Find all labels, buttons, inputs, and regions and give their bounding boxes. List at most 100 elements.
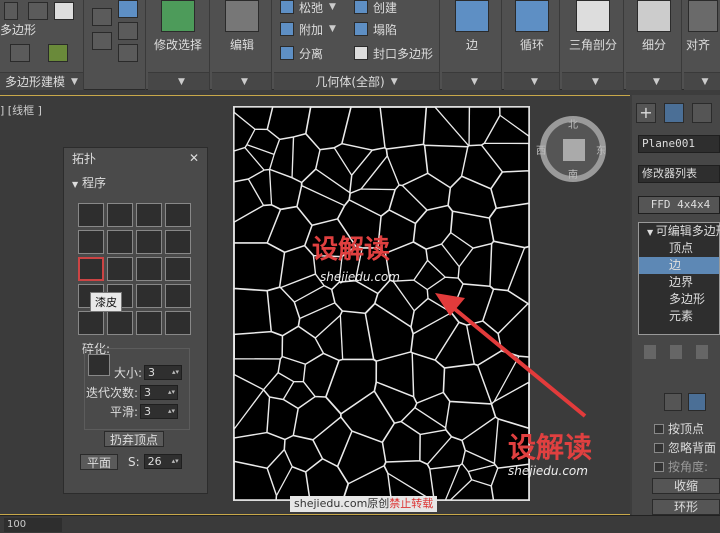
pattern-tile[interactable]: [136, 230, 162, 254]
pattern-tile[interactable]: [165, 203, 191, 227]
ribbon-footer-edit[interactable]: ▼: [212, 72, 271, 90]
edit-button[interactable]: 编辑: [214, 0, 270, 53]
modifier-list-dropdown[interactable]: 修改器列表: [638, 165, 720, 183]
viewcube[interactable]: 北 南 西 东: [536, 116, 606, 182]
ring-icon[interactable]: [92, 32, 112, 50]
cap-poly-button[interactable]: 封口多边形: [354, 44, 433, 62]
poly-label: 多边形: [0, 22, 37, 37]
viewcube-east[interactable]: 东: [596, 142, 606, 157]
s-spinner[interactable]: 26: [143, 454, 182, 469]
pattern-tile[interactable]: [78, 311, 104, 335]
pattern-tile[interactable]: [107, 203, 133, 227]
modify-select-button[interactable]: 修改选择: [150, 0, 206, 53]
subdiv-button[interactable]: 细分: [626, 0, 682, 53]
element-mode-icon[interactable]: [48, 44, 68, 62]
pattern-tile-selected[interactable]: [78, 257, 104, 281]
collapse-button[interactable]: 塌陷: [354, 20, 397, 38]
size-spinner[interactable]: 3: [144, 365, 183, 380]
modify-tab-icon[interactable]: [664, 103, 684, 123]
smooth-row: 平滑: 3: [110, 403, 179, 420]
frame-value-field[interactable]: 100: [4, 518, 62, 532]
pattern-tile[interactable]: [136, 257, 162, 281]
command-panel: + Plane001 修改器列表 FFD 4x4x4 ▼ 可编辑多边形 顶点 边…: [632, 95, 720, 515]
tri-subdiv-button[interactable]: 三角剖分: [565, 0, 621, 53]
procedure-section-header[interactable]: ▼ 程序: [72, 174, 207, 191]
border-mode-icon[interactable]: [54, 2, 74, 20]
viewcube-west[interactable]: 西: [536, 142, 546, 157]
plane-button[interactable]: 平面: [80, 454, 118, 470]
stack-item-element[interactable]: 元素: [639, 308, 719, 325]
stack-item-vertex[interactable]: 顶点: [639, 240, 719, 257]
pattern-tile[interactable]: [136, 284, 162, 308]
mesh-cell: [291, 133, 321, 183]
pin-stack-icon[interactable]: [644, 345, 656, 359]
pin-icon[interactable]: [118, 44, 138, 62]
viewcube-north[interactable]: 北: [568, 116, 578, 131]
shrink-icon[interactable]: [92, 8, 112, 26]
relax-button[interactable]: 松弛 ▼: [280, 0, 336, 16]
stack-item-polygon[interactable]: 多边形: [639, 291, 719, 308]
topology-title-bar[interactable]: 拓扑 ✕: [64, 148, 207, 168]
viewcube-south[interactable]: 南: [568, 166, 578, 181]
mesh-cell: [266, 396, 299, 440]
ribbon-footer-modify-select[interactable]: ▼: [148, 72, 209, 90]
viewcube-box[interactable]: [563, 139, 585, 161]
watermark-url-2: shejiedu.com: [508, 464, 588, 478]
edge-button[interactable]: 边: [444, 0, 500, 53]
stack-item-edge[interactable]: 边: [639, 257, 719, 274]
viewport-label[interactable]: ] [线框 ]: [0, 102, 42, 118]
pattern-tile[interactable]: [107, 230, 133, 254]
pattern-tile[interactable]: [136, 203, 162, 227]
ribbon-footer-edge[interactable]: ▼: [442, 72, 501, 90]
pattern-tile[interactable]: [136, 311, 162, 335]
ffd-modifier-button[interactable]: FFD 4x4x4: [638, 196, 720, 214]
shrink-button[interactable]: 收缩: [652, 478, 720, 494]
create-tab-icon[interactable]: +: [636, 103, 656, 123]
ribbon-footer-subdiv[interactable]: ▼: [626, 72, 681, 90]
topology-panel[interactable]: 拓扑 ✕ ▼ 程序 漆皮 碎化: 大小: 3 ▴▾ 迭代次数: 3 ▴▾ 平滑:…: [63, 147, 208, 494]
ribbon-footer-loop[interactable]: ▼: [504, 72, 559, 90]
discard-verts-button[interactable]: 扔弃顶点: [104, 431, 164, 447]
by-vertex-checkbox[interactable]: 按顶点: [654, 420, 704, 437]
edge-select-icon[interactable]: [688, 393, 706, 411]
stack-item-border[interactable]: 边界: [639, 274, 719, 291]
edge-mode-icon[interactable]: [28, 2, 48, 20]
ribbon-footer-geometry[interactable]: 几何体(全部) ▼: [274, 72, 439, 90]
mesh-cell: [305, 458, 349, 500]
stack-item-editable-poly[interactable]: ▼ 可编辑多边形: [639, 223, 720, 240]
pattern-tile[interactable]: [165, 257, 191, 281]
object-name-field[interactable]: Plane001: [638, 135, 720, 153]
detach-button[interactable]: 分离: [280, 44, 323, 62]
create-button[interactable]: 创建: [354, 0, 397, 16]
dropdown-arrow-icon: ▼: [653, 76, 660, 87]
vertex-mode-icon[interactable]: [4, 2, 18, 20]
pattern-tile[interactable]: [78, 230, 104, 254]
show-result-icon[interactable]: [670, 345, 682, 359]
ribbon-footer-tri[interactable]: ▼: [562, 72, 623, 90]
close-icon[interactable]: ✕: [189, 151, 199, 165]
make-unique-icon[interactable]: [696, 345, 708, 359]
pattern-tile[interactable]: [165, 230, 191, 254]
ribbon-panel-modify-select: 修改选择 ▼: [148, 0, 210, 90]
pattern-tile[interactable]: [165, 284, 191, 308]
pattern-tile[interactable]: [78, 203, 104, 227]
loop-button[interactable]: 循环: [504, 0, 560, 53]
vertex-select-icon[interactable]: [664, 393, 682, 411]
poly-mode-icon[interactable]: [10, 44, 30, 62]
ring-button[interactable]: 环形: [652, 499, 720, 515]
grow-icon[interactable]: [118, 0, 138, 18]
ribbon-footer-poly-modeling[interactable]: 多边形建模 ▼: [0, 72, 83, 90]
loop-icon[interactable]: [118, 22, 138, 40]
ribbon-footer-align[interactable]: ▼: [684, 72, 720, 90]
iterations-spinner[interactable]: 3: [140, 385, 179, 400]
smooth-spinner[interactable]: 3: [140, 404, 179, 419]
attach-button[interactable]: 附加 ▼: [280, 20, 336, 38]
by-angle-checkbox[interactable]: 按角度:: [654, 458, 708, 475]
pattern-tile[interactable]: [165, 311, 191, 335]
pattern-tile[interactable]: [107, 311, 133, 335]
align-button[interactable]: 对齐: [686, 0, 720, 53]
topology-title: 拓扑: [72, 151, 97, 166]
ignore-backfacing-checkbox[interactable]: 忽略背面: [654, 439, 716, 456]
pattern-tile[interactable]: [107, 257, 133, 281]
hierarchy-tab-icon[interactable]: [692, 103, 712, 123]
